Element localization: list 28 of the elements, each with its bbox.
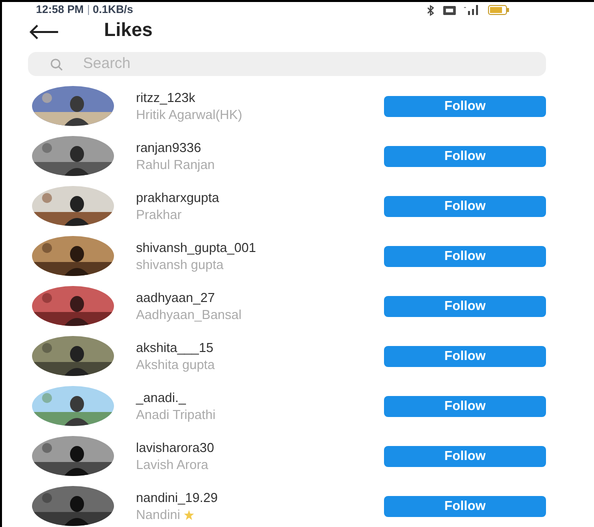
username[interactable]: _anadi._ <box>136 389 384 406</box>
network-speed: 0.1KB/s <box>92 3 134 18</box>
full-name: Prakhar <box>136 206 182 223</box>
search-icon <box>50 58 63 70</box>
sim-icon <box>443 6 456 15</box>
username[interactable]: ranjan9336 <box>136 139 384 156</box>
username[interactable]: ritzz_123k <box>136 89 384 106</box>
username[interactable]: nandini_19.29 <box>136 489 384 506</box>
full-name: Anadi Tripathi <box>136 406 216 423</box>
full-name: Hritik Agarwal(HK) <box>136 106 242 123</box>
status-time: 12:58 PM <box>36 3 84 18</box>
battery-icon <box>488 5 510 16</box>
full-name: Rahul Ranjan <box>136 156 215 173</box>
back-arrow-icon <box>28 24 60 40</box>
page-title: Likes <box>104 19 153 44</box>
username[interactable]: shivansh_gupta_001 <box>136 239 384 256</box>
username[interactable]: aadhyaan_27 <box>136 289 384 306</box>
username[interactable]: lavisharora30 <box>136 439 384 456</box>
search-field[interactable]: Search <box>28 52 546 76</box>
full-name: Nandini <box>136 506 180 523</box>
bluetooth-icon <box>426 4 435 16</box>
username[interactable]: akshita___15 <box>136 339 384 356</box>
full-name: Aadhyaan_Bansal <box>136 306 242 323</box>
signal-icon <box>464 5 480 16</box>
username[interactable]: prakharxgupta <box>136 189 384 206</box>
full-name: Akshita gupta <box>136 356 215 373</box>
full-name: shivansh gupta <box>136 256 224 273</box>
full-name: Lavish Arora <box>136 456 208 473</box>
